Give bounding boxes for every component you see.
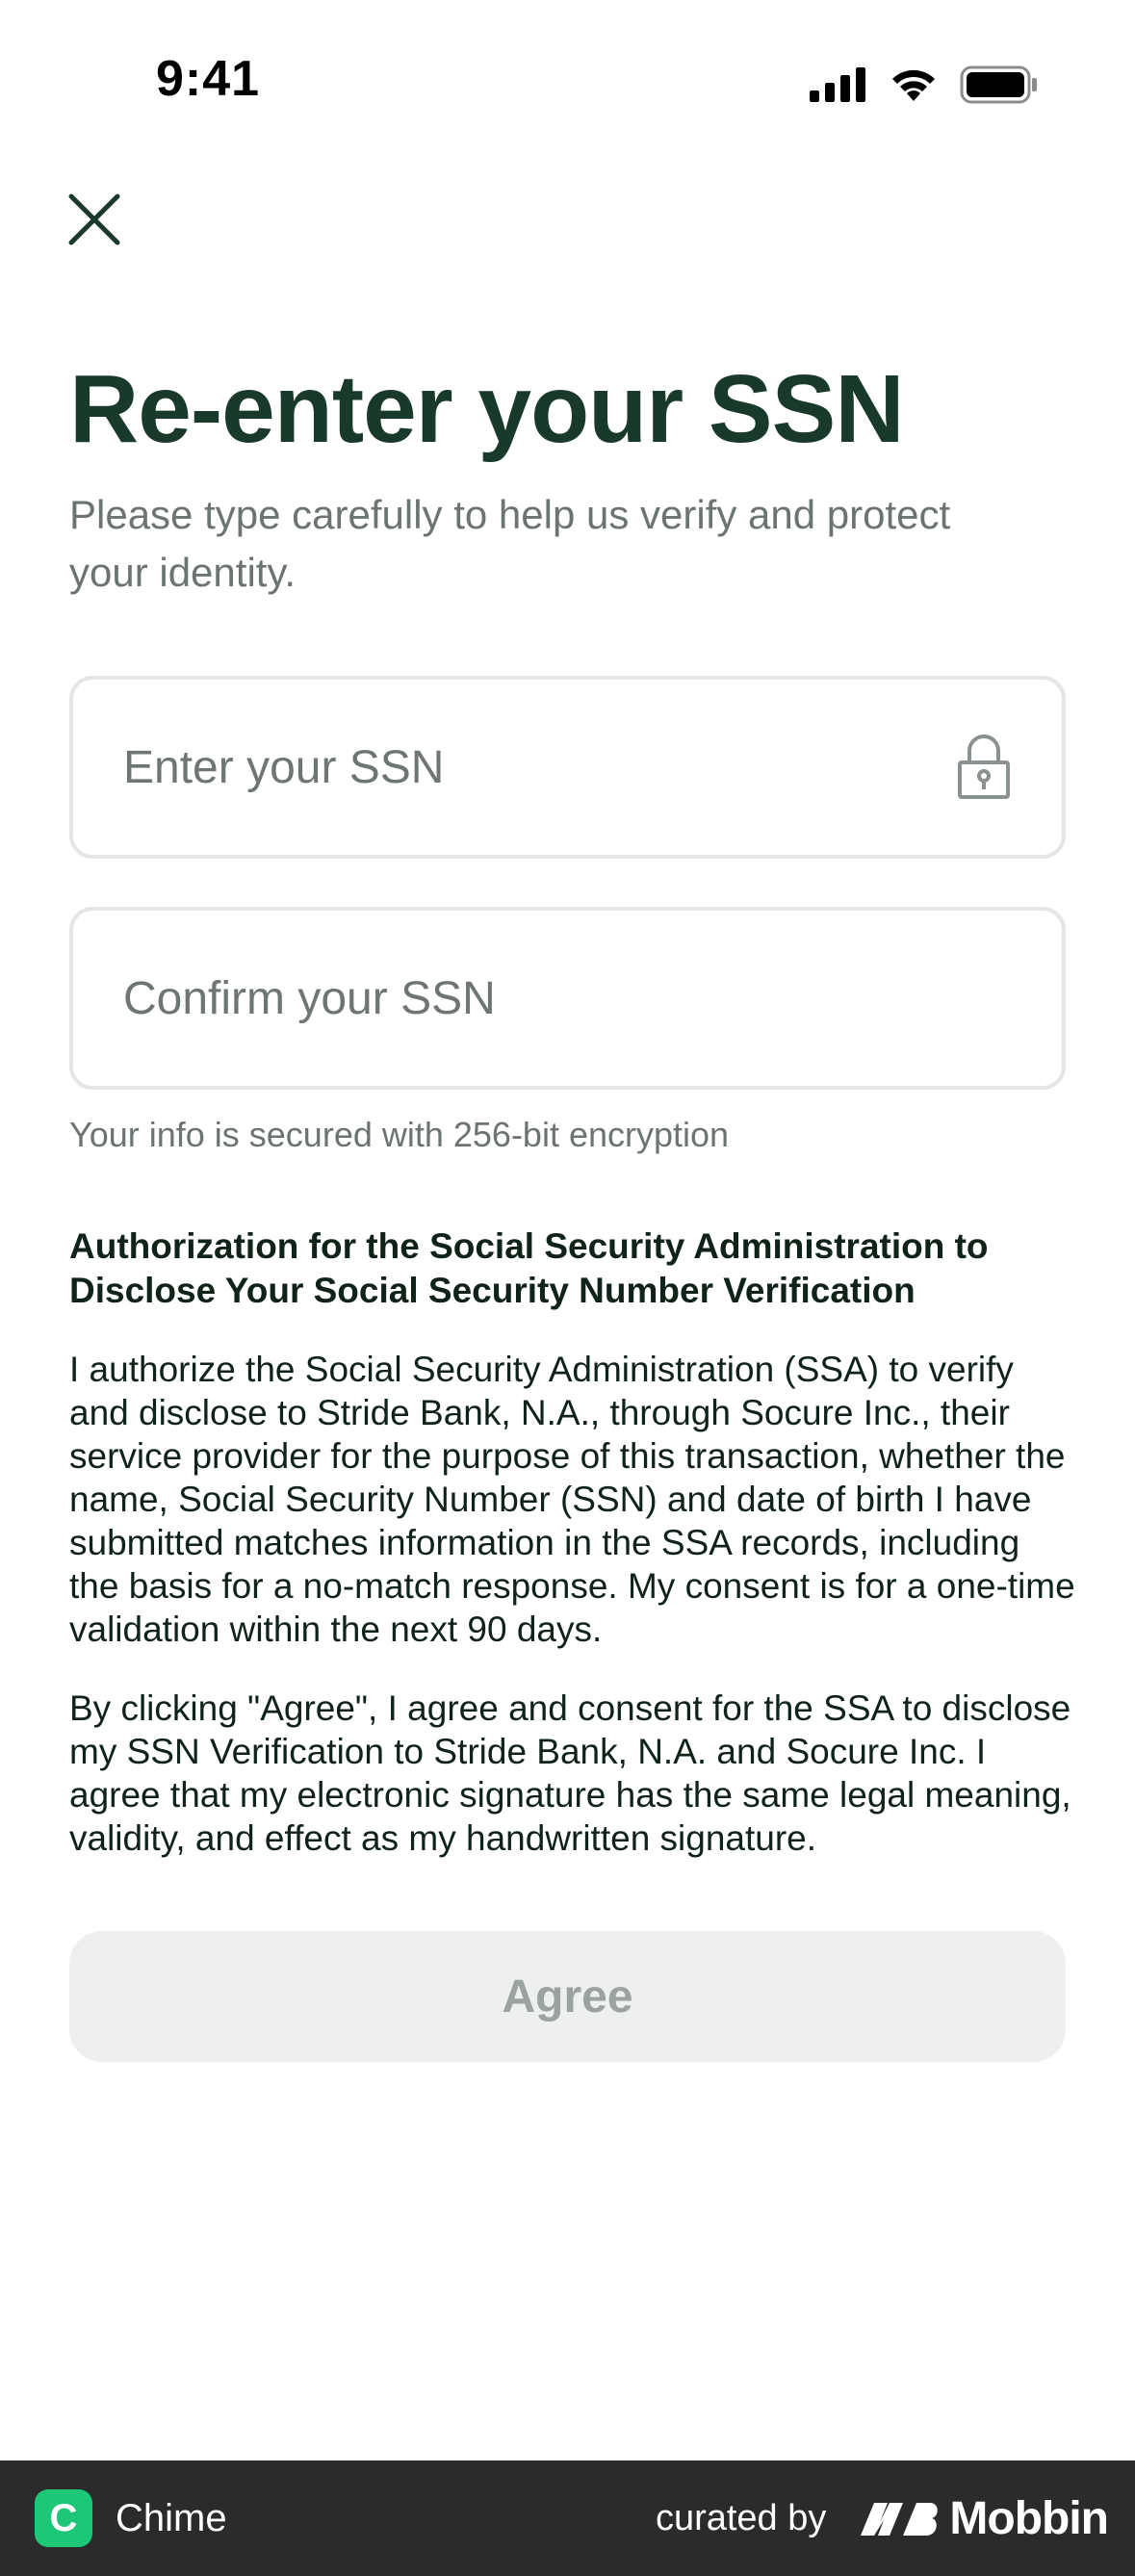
app-name: Chime (116, 2496, 227, 2539)
status-icons (810, 64, 1039, 106)
lock-icon (956, 734, 1012, 801)
close-icon (68, 193, 120, 245)
confirm-ssn-input[interactable] (123, 971, 1012, 1025)
mobbin-wordmark: Mobbin (949, 2492, 1109, 2544)
close-button[interactable] (64, 189, 125, 250)
battery-icon (960, 65, 1037, 104)
consent-paragraph: By clicking "Agree", I agree and consent… (69, 1688, 1071, 1858)
page-title: Re-enter your SSN (69, 355, 905, 463)
footer-bar: C Chime curated by Mobbin (0, 2460, 1135, 2576)
ssn-field[interactable] (69, 676, 1066, 859)
status-time: 9:41 (156, 51, 261, 107)
ssn-input[interactable] (123, 740, 956, 794)
signal-icon (810, 67, 865, 102)
screen: 9:41 Re-enter your SSN Please type caref… (0, 0, 1135, 2576)
curated-by-label: curated by (655, 2497, 827, 2538)
status-bar: 9:41 (0, 0, 1135, 164)
agree-button[interactable]: Agree (69, 1931, 1066, 2062)
mobbin-logo-icon (861, 2503, 939, 2536)
security-note: Your info is secured with 256-bit encryp… (69, 1115, 730, 1154)
authorization-paragraph: I authorize the Social Security Administ… (69, 1350, 1075, 1649)
chime-logo-icon: C (35, 2489, 92, 2547)
page-subtitle: Please type carefully to help us verify … (69, 492, 951, 595)
mobbin-brand[interactable]: Mobbin (859, 2492, 1109, 2545)
confirm-ssn-field[interactable] (69, 907, 1066, 1090)
wifi-icon (892, 69, 935, 101)
authorization-heading: Authorization for the Social Security Ad… (69, 1226, 989, 1310)
